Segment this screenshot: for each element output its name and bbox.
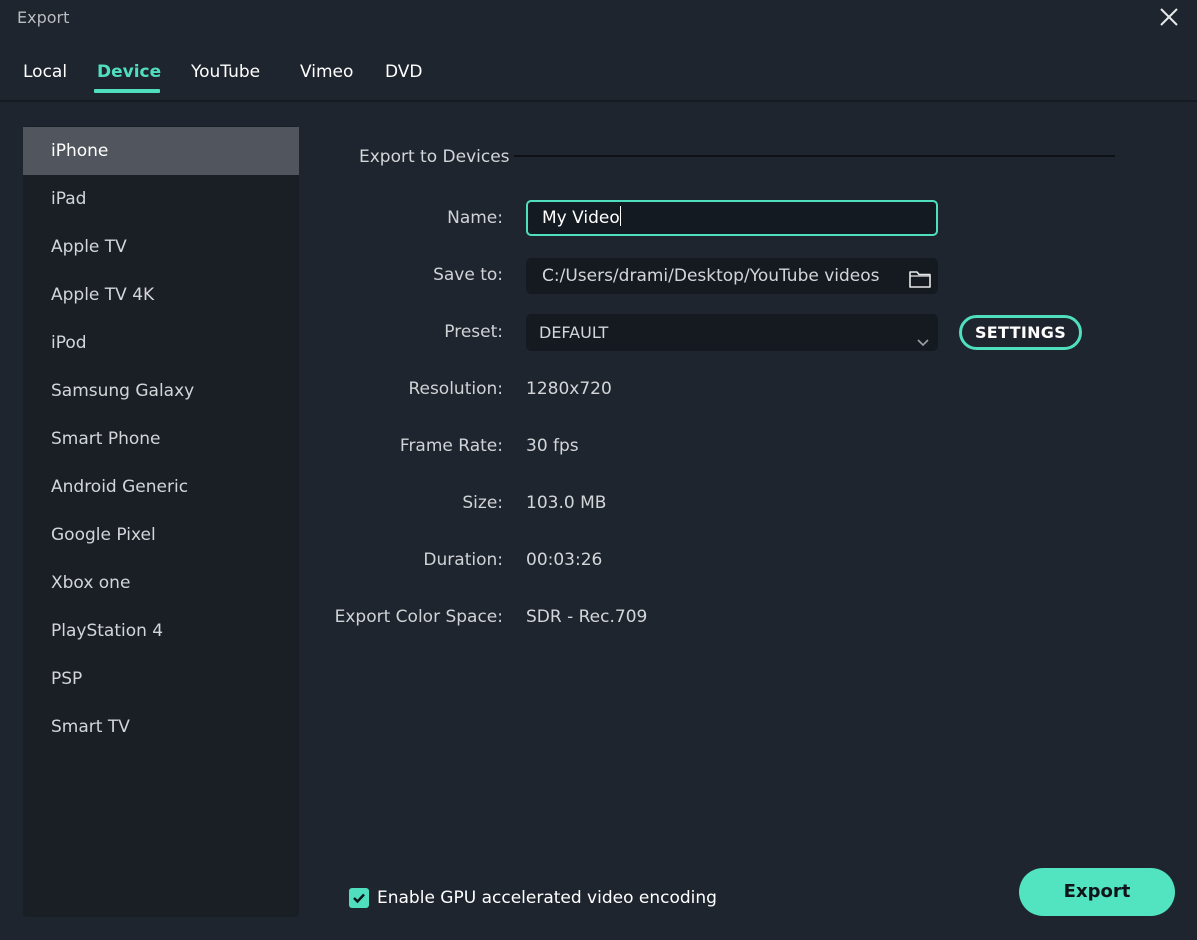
- sidebar-item-iphone[interactable]: iPhone: [23, 127, 299, 175]
- tab-bar: Local Device YouTube Vimeo DVD: [0, 40, 1197, 102]
- export-button[interactable]: Export: [1019, 868, 1175, 916]
- sidebar-item-apple-tv-4k[interactable]: Apple TV 4K: [23, 271, 299, 319]
- frame-rate-value: 30 fps: [526, 436, 579, 456]
- frame-rate-label: Frame Rate:: [399, 436, 503, 456]
- section-divider: [514, 155, 1115, 157]
- save-to-label: Save to:: [433, 265, 503, 285]
- tab-dvd[interactable]: DVD: [385, 62, 423, 82]
- name-input-value: My Video: [542, 208, 620, 228]
- preset-value: DEFAULT: [539, 323, 609, 342]
- save-path-field[interactable]: C:/Users/drami/Desktop/YouTube videos: [526, 258, 938, 294]
- tab-device[interactable]: Device: [97, 62, 161, 82]
- gpu-checkbox[interactable]: [349, 888, 369, 908]
- preset-label: Preset:: [444, 322, 503, 342]
- sidebar-item-ipad[interactable]: iPad: [23, 175, 299, 223]
- duration-label: Duration:: [423, 550, 503, 570]
- tab-vimeo[interactable]: Vimeo: [300, 62, 353, 82]
- tab-local[interactable]: Local: [23, 62, 67, 82]
- folder-icon[interactable]: [908, 266, 932, 288]
- active-tab-indicator: [94, 89, 160, 93]
- preset-dropdown[interactable]: DEFAULT: [526, 314, 938, 351]
- duration-value: 00:03:26: [526, 550, 603, 570]
- checkmark-icon: [353, 893, 365, 904]
- name-input[interactable]: My Video: [526, 200, 938, 236]
- sidebar-item-google-pixel[interactable]: Google Pixel: [23, 511, 299, 559]
- sidebar-item-android-generic[interactable]: Android Generic: [23, 463, 299, 511]
- title-bar: Export: [0, 0, 1197, 38]
- settings-button[interactable]: SETTINGS: [959, 315, 1082, 350]
- gpu-encoding-option[interactable]: Enable GPU accelerated video encoding: [349, 887, 717, 909]
- gpu-label: Enable GPU accelerated video encoding: [377, 888, 717, 908]
- sidebar-item-apple-tv[interactable]: Apple TV: [23, 223, 299, 271]
- sidebar-item-smart-phone[interactable]: Smart Phone: [23, 415, 299, 463]
- resolution-value: 1280x720: [526, 379, 612, 399]
- device-list: iPhone iPad Apple TV Apple TV 4K iPod Sa…: [23, 126, 299, 917]
- size-label: Size:: [462, 493, 503, 513]
- color-space-value: SDR - Rec.709: [526, 607, 648, 627]
- section-title: Export to Devices: [359, 147, 510, 167]
- text-caret: [619, 206, 621, 226]
- tab-youtube[interactable]: YouTube: [191, 62, 260, 82]
- chevron-down-icon: [916, 325, 930, 347]
- sidebar-item-samsung-galaxy[interactable]: Samsung Galaxy: [23, 367, 299, 415]
- name-label: Name:: [447, 208, 503, 228]
- save-path-value: C:/Users/drami/Desktop/YouTube videos: [542, 266, 880, 286]
- sidebar-item-xbox-one[interactable]: Xbox one: [23, 559, 299, 607]
- sidebar-item-playstation-4[interactable]: PlayStation 4: [23, 607, 299, 655]
- size-value: 103.0 MB: [526, 493, 607, 513]
- resolution-label: Resolution:: [408, 379, 503, 399]
- sidebar-item-psp[interactable]: PSP: [23, 655, 299, 703]
- close-icon[interactable]: [1157, 5, 1181, 29]
- sidebar-item-ipod[interactable]: iPod: [23, 319, 299, 367]
- window-title: Export: [17, 8, 70, 27]
- sidebar-item-smart-tv[interactable]: Smart TV: [23, 703, 299, 751]
- color-space-label: Export Color Space:: [334, 607, 503, 627]
